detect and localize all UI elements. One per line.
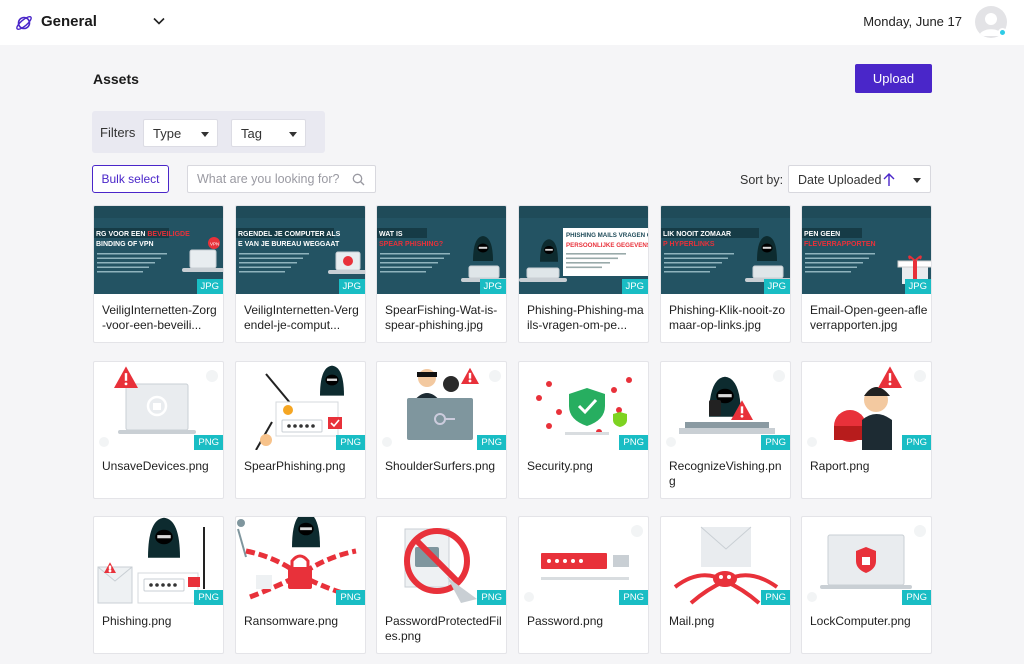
file-type-badge: PNG [761, 435, 790, 450]
file-type-badge: PNG [619, 590, 648, 605]
svg-text:RGENDEL JE COMPUTER ALS: RGENDEL JE COMPUTER ALS [238, 231, 341, 238]
file-type-badge: JPG [196, 279, 223, 294]
file-type-badge: PNG [194, 590, 223, 605]
asset-card[interactable]: PNG Security.png [518, 361, 649, 499]
page-title: Assets [93, 71, 139, 87]
svg-text:SPEAR PHISHING?: SPEAR PHISHING? [379, 241, 443, 248]
sort-by-label: Sort by: [740, 173, 784, 187]
file-type-badge: PNG [902, 590, 931, 605]
top-bar: General Monday, June 17 [0, 0, 1024, 45]
asset-card[interactable]: PHISHING MAILS VRAGEN OM PERSOONLIJKE GEG… [518, 205, 649, 343]
online-status-dot [998, 28, 1007, 37]
arrow-up-icon[interactable] [882, 172, 896, 187]
tag-filter-value: Tag [241, 126, 262, 141]
file-type-badge: JPG [621, 279, 648, 294]
current-date: Monday, June 17 [863, 14, 962, 29]
file-type-badge: JPG [338, 279, 365, 294]
svg-text:VPN: VPN [210, 242, 219, 247]
asset-card[interactable]: PNG Phishing.png [93, 516, 224, 654]
type-filter-value: Type [153, 126, 182, 141]
filters-label: Filters [100, 125, 136, 140]
asset-filename: Phishing-Klik-nooit-zomaar-op-links.jpg [669, 303, 786, 332]
asset-filename: Password.png [527, 614, 604, 628]
file-type-badge: PNG [619, 435, 648, 450]
asset-card[interactable]: WAT IS SPEAR PHISHING? JPG SpearFishing-Wa… [376, 205, 507, 343]
asset-filename: VeiligInternetten-Vergendel-je-comput... [244, 303, 359, 332]
asset-filename: PasswordProtectedFiles.png [385, 614, 502, 643]
asset-card[interactable]: PNG Ransomware.png [235, 516, 366, 654]
svg-text:BINDING OF VPN: BINDING OF VPN [96, 241, 154, 248]
caret-down-icon [289, 132, 297, 137]
asset-filename: VeiligInternetten-Zorg-voor-een-beveili.… [102, 303, 217, 332]
type-filter-select[interactable]: Type [143, 119, 218, 147]
asset-filename: Phishing-Phishing-mails-vragen-om-pe... [527, 303, 644, 332]
svg-text:LIK NOOIT ZOMAAR: LIK NOOIT ZOMAAR [663, 231, 731, 238]
file-type-badge: PNG [336, 435, 365, 450]
asset-card[interactable]: PEN GEEN FLEVERRAPPORTEN JPG Email-Open-ge… [801, 205, 932, 343]
svg-text:PERSOONLIJKE GEGEVENS: PERSOONLIJKE GEGEVENS [566, 242, 648, 249]
svg-text:PHISHING MAILS VRAGEN OM: PHISHING MAILS VRAGEN OM [566, 232, 648, 239]
tag-filter-select[interactable]: Tag [231, 119, 306, 147]
asset-card[interactable]: PNG UnsaveDevices.png [93, 361, 224, 499]
asset-filename: Ransomware.png [244, 614, 339, 628]
asset-card[interactable]: PNG SpearPhishing.png [235, 361, 366, 499]
bulk-select-button[interactable]: Bulk select [92, 165, 169, 193]
workspace-name[interactable]: General [41, 13, 97, 30]
svg-text:FLEVERRAPPORTEN: FLEVERRAPPORTEN [804, 241, 876, 248]
asset-filename: UnsaveDevices.png [102, 459, 209, 473]
asset-card[interactable]: PNG Raport.png [801, 361, 932, 499]
upload-button[interactable]: Upload [855, 64, 932, 93]
sort-select[interactable]: Date Uploaded [788, 165, 931, 193]
svg-text:E VAN JE BUREAU WEGGAAT: E VAN JE BUREAU WEGGAAT [238, 241, 340, 248]
file-type-badge: PNG [336, 590, 365, 605]
sort-value: Date Uploaded [798, 173, 882, 187]
asset-card[interactable]: PNG Password.png [518, 516, 649, 654]
caret-down-icon [201, 132, 209, 137]
asset-card[interactable]: RG VOOR EEN BEVEILIGDE BINDING OF VPN VPN J… [93, 205, 224, 343]
asset-filename: Mail.png [669, 614, 715, 628]
asset-filename: LockComputer.png [810, 614, 911, 628]
file-type-badge: PNG [194, 435, 223, 450]
svg-text:PEN GEEN: PEN GEEN [804, 231, 840, 238]
asset-card[interactable]: LIK NOOIT ZOMAAR P HYPERLINKS JPG Phishing… [660, 205, 791, 343]
svg-text:RG VOOR EEN BEVEILIGDE: RG VOOR EEN BEVEILIGDE [96, 231, 190, 238]
asset-filename: Raport.png [810, 459, 870, 473]
planet-icon[interactable] [14, 13, 34, 33]
asset-filename: Phishing.png [102, 614, 172, 628]
svg-text:WAT IS: WAT IS [379, 231, 403, 238]
asset-card[interactable]: PNG PasswordProtectedFiles.png [376, 516, 507, 654]
asset-filename: SpearFishing-Wat-is-spear-phishing.jpg [385, 303, 498, 332]
asset-card[interactable]: RGENDEL JE COMPUTER ALS E VAN JE BUREAU … [235, 205, 366, 343]
filters-panel: Filters Type Tag [92, 111, 325, 153]
asset-card[interactable]: PNG Mail.png [660, 516, 791, 654]
caret-down-icon [913, 178, 921, 183]
asset-filename: SpearPhishing.png [244, 459, 346, 473]
file-type-badge: PNG [902, 435, 931, 450]
search-box [187, 165, 376, 193]
svg-text:P HYPERLINKS: P HYPERLINKS [663, 241, 715, 248]
file-type-badge: JPG [479, 279, 506, 294]
asset-filename: Email-Open-geen-afleverrapporten.jpg [810, 303, 928, 332]
asset-filename: RecognizeVishing.png [669, 459, 782, 488]
asset-filename: ShoulderSurfers.png [385, 459, 496, 473]
search-icon[interactable] [352, 173, 365, 186]
chevron-down-icon[interactable] [152, 14, 166, 28]
file-type-badge: PNG [761, 590, 790, 605]
asset-filename: Security.png [527, 459, 593, 473]
search-input[interactable] [188, 166, 348, 192]
asset-card[interactable]: PNG ShoulderSurfers.png [376, 361, 507, 499]
file-type-badge: PNG [477, 590, 506, 605]
file-type-badge: JPG [904, 279, 931, 294]
file-type-badge: PNG [477, 435, 506, 450]
asset-card[interactable]: PNG RecognizeVishing.png [660, 361, 791, 499]
asset-card[interactable]: PNG LockComputer.png [801, 516, 932, 654]
file-type-badge: JPG [763, 279, 790, 294]
